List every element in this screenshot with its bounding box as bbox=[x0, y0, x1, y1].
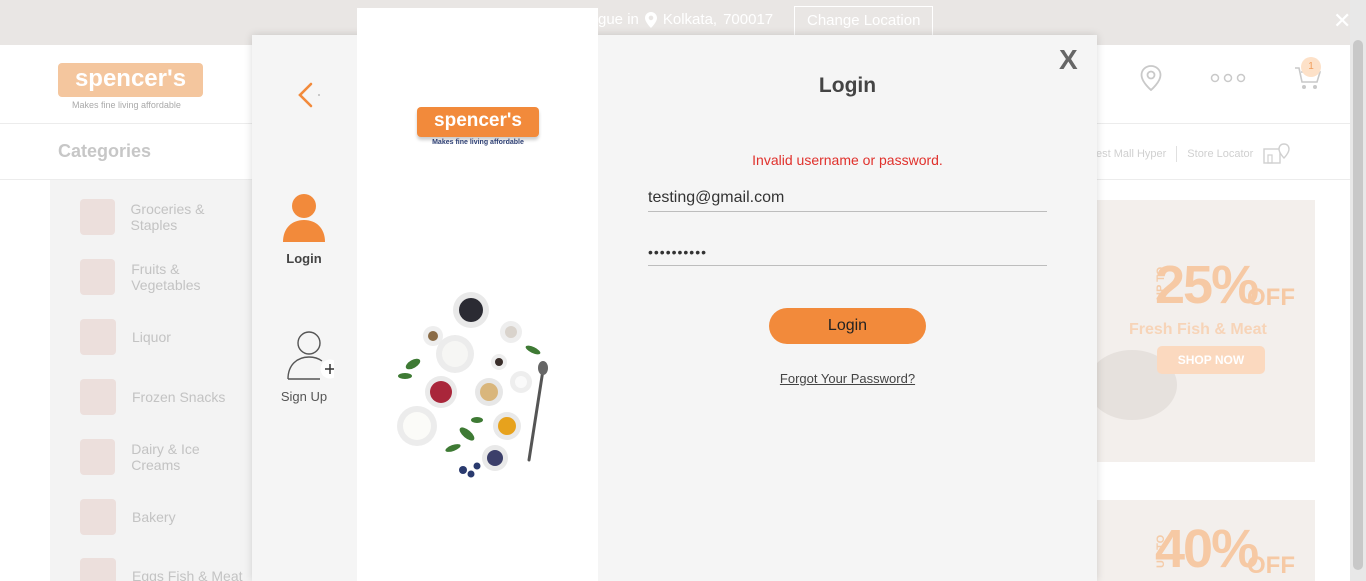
shop-now-button[interactable]: SHOP NOW bbox=[1157, 346, 1265, 374]
add-user-icon bbox=[287, 331, 340, 380]
logo-tagline: Makes fine living affordable bbox=[72, 100, 181, 110]
scrollbar-thumb[interactable] bbox=[1353, 40, 1363, 570]
modal-logo: spencer's Makes fine living affordable bbox=[417, 107, 539, 146]
error-message: Invalid username or password. bbox=[752, 152, 943, 168]
banner-percent: 40% bbox=[1155, 519, 1259, 579]
category-item-bakery[interactable]: Bakery bbox=[30, 497, 250, 537]
delivery-location: gue in Kolkata, 700017 bbox=[598, 11, 773, 28]
category-item-groceries[interactable]: Groceries & Staples bbox=[30, 197, 250, 237]
store-name-link[interactable]: est Mall Hyper bbox=[1096, 148, 1166, 160]
category-label: Groceries & Staples bbox=[130, 201, 205, 233]
categories-heading[interactable]: Categories bbox=[58, 141, 151, 162]
category-label: Frozen Snacks bbox=[132, 389, 226, 405]
banner-off: OFF bbox=[1247, 552, 1295, 579]
divider bbox=[1176, 146, 1178, 162]
close-location-bar-icon[interactable]: ✕ bbox=[1333, 8, 1351, 34]
logo-wordmark: spencer's bbox=[58, 63, 203, 97]
category-item-liquor[interactable]: Liquor bbox=[30, 317, 250, 357]
category-label: Dairy & Ice Creams bbox=[131, 441, 200, 473]
category-item-dairy[interactable]: Dairy & Ice Creams bbox=[30, 437, 250, 477]
back-arrow-icon[interactable] bbox=[293, 80, 321, 110]
category-item-frozen[interactable]: Frozen Snacks bbox=[30, 377, 250, 417]
email-field[interactable] bbox=[648, 184, 1047, 212]
store-locator-icon[interactable] bbox=[1263, 143, 1291, 165]
category-thumb bbox=[80, 439, 116, 475]
login-title: Login bbox=[818, 74, 877, 97]
tab-signup-label: Sign Up bbox=[280, 389, 328, 404]
category-thumb bbox=[80, 558, 116, 581]
category-label: Liquor bbox=[132, 329, 171, 345]
map-pin-icon bbox=[644, 11, 657, 28]
category-item-eggs-fish-meat[interactable]: Eggs Fish & Meat bbox=[30, 556, 250, 581]
banner-off: OFF bbox=[1247, 284, 1295, 311]
category-thumb bbox=[80, 259, 116, 295]
category-label: Eggs Fish & Meat bbox=[132, 568, 243, 581]
page-scrollbar[interactable] bbox=[1350, 0, 1366, 581]
close-modal-button[interactable]: X bbox=[1059, 45, 1078, 75]
category-thumb bbox=[80, 199, 115, 235]
password-field[interactable] bbox=[648, 238, 1047, 266]
location-icon[interactable] bbox=[1140, 65, 1162, 91]
header-icons bbox=[1140, 65, 1322, 91]
store-links: est Mall Hyper Store Locator bbox=[1096, 143, 1291, 165]
promo-banner-fish[interactable]: UP TO 25% OFF Fresh Fish & Meat SHOP NOW bbox=[1097, 200, 1315, 462]
promo-banner-second[interactable]: UP TO 40% OFF bbox=[1097, 500, 1315, 581]
city-label: Kolkata, bbox=[662, 11, 718, 28]
modal-logo-wordmark: spencer's bbox=[417, 107, 539, 137]
modal-image-panel: spencer's Makes fine living affordable bbox=[357, 8, 598, 581]
category-thumb bbox=[80, 319, 116, 355]
modal-logo-tagline: Makes fine living affordable bbox=[432, 139, 524, 146]
banner-percent: 25% bbox=[1155, 255, 1259, 315]
tab-login[interactable]: Login bbox=[269, 192, 339, 266]
category-thumb bbox=[80, 499, 116, 535]
more-options-icon[interactable] bbox=[1210, 73, 1246, 83]
tab-login-label: Login bbox=[286, 251, 322, 266]
login-button[interactable]: Login bbox=[769, 308, 926, 344]
tab-signup[interactable]: Sign Up bbox=[269, 330, 340, 404]
site-logo[interactable]: spencer's Makes fine living affordable bbox=[58, 63, 203, 111]
banner-subtitle: Fresh Fish & Meat bbox=[1129, 321, 1267, 338]
category-item-fruits[interactable]: Fruits & Vegetables bbox=[30, 257, 250, 297]
change-location-button[interactable]: Change Location bbox=[794, 6, 934, 36]
category-thumb bbox=[80, 379, 116, 415]
category-label: Fruits & Vegetables bbox=[131, 261, 201, 293]
pincode-label: 700017 bbox=[723, 11, 774, 28]
store-locator-link[interactable]: Store Locator bbox=[1187, 148, 1253, 160]
category-label: Bakery bbox=[132, 509, 176, 525]
user-filled-icon bbox=[283, 194, 325, 242]
food-bowls-image bbox=[397, 292, 548, 478]
forgot-password-link[interactable]: Forgot Your Password? bbox=[598, 371, 1097, 386]
deliver-text: gue in bbox=[598, 11, 639, 28]
cart-count-badge: 1 bbox=[1301, 57, 1321, 77]
